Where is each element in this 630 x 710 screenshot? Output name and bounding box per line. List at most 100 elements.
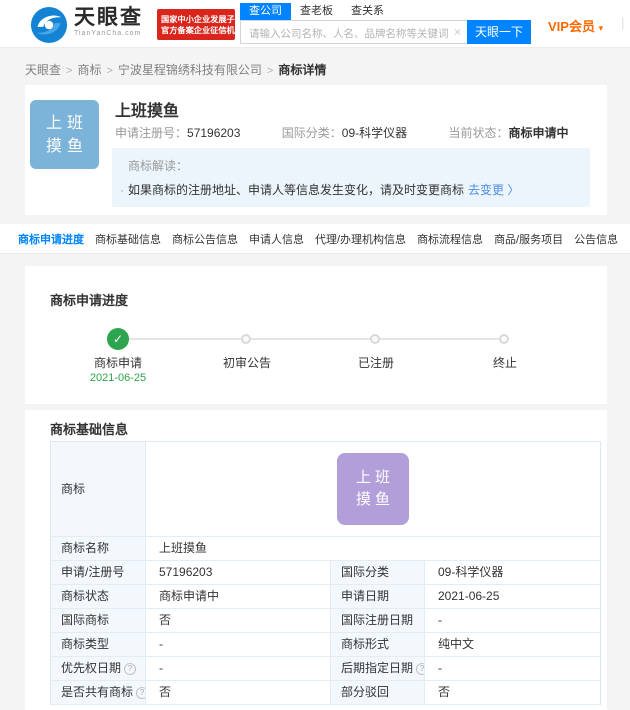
table-row-trademark-image: 商标 上班 摸鱼 [51,442,600,537]
clear-search-icon[interactable] [454,25,461,39]
breadcrumb-separator: > [266,65,274,77]
row-label: 国际分类 [330,561,425,584]
row-value: 2021-06-25 [438,589,500,603]
step-pending-dot [241,334,251,344]
tab-goods-services[interactable]: 商品/服务项目 [494,231,563,247]
step-pending-dot [499,334,509,344]
row-label: 申请/注册号 [51,561,146,584]
tab-announcement-info[interactable]: 公告信息 [574,231,618,247]
row-value: - [438,661,442,675]
trademark-summary-card: 上班 摸鱼 上班摸鱼 申请注册号：57196203 国际分类：09-科学仪器 当… [25,85,607,215]
basic-info-title: 商标基础信息 [50,422,129,437]
breadcrumb-separator: > [106,65,113,77]
help-icon[interactable] [124,662,137,675]
step-label-registered: 已注册 [357,356,394,370]
row-value: - [438,613,442,627]
help-icon[interactable] [136,686,145,699]
table-row: 优先权日期 - 后期指定日期 - [51,657,600,681]
detail-tabbar: 商标申请进度 商标基础信息 商标公告信息 申请人信息 代理/办理机构信息 商标流… [0,224,630,254]
gov-certification-badge: 国家中小企业发展子基金旗下 官方备案企业征信机构 [157,9,267,40]
step-date-application: 2021-06-25 [89,372,147,384]
search-input[interactable]: 请输入公司名称、人名、品牌名称等关键词 [240,20,467,44]
tianyancha-logo[interactable]: 天眼查 TianYanCha.com [30,6,143,44]
search-tab-company[interactable]: 查公司 [240,3,291,20]
breadcrumb-current: 商标详情 [278,63,327,77]
interpretation-text: · 如果商标的注册地址、申请人等信息发生变化，请及时变更商标 去变更 〉 [120,183,520,197]
tab-agency-info[interactable]: 代理/办理机构信息 [315,231,406,247]
row-label: 商标类型 [51,633,146,656]
chevron-down-icon [599,23,604,33]
row-value: 09-科学仪器 [438,565,504,579]
progress-section-title: 商标申请进度 [50,293,129,308]
trademark-image-blue: 上班 摸鱼 [30,100,99,169]
breadcrumb-home[interactable]: 天眼查 [25,63,61,77]
tab-process-info[interactable]: 商标流程信息 [417,231,483,247]
row-label: 申请日期 [330,585,425,608]
search-tab-boss[interactable]: 查老板 [291,3,342,20]
search-tab-relation[interactable]: 查关系 [342,3,393,20]
row-value: - [159,637,163,651]
bullet-icon: · [120,183,124,197]
row-value: 否 [159,685,172,699]
vip-membership-link[interactable]: VIP会员 [548,16,603,35]
logo-domain: TianYanCha.com [74,30,142,37]
field-intl-class: 国际分类：09-科学仪器 [281,126,408,140]
help-icon[interactable] [416,662,424,675]
search-placeholder: 请输入公司名称、人名、品牌名称等关键词 [249,28,449,40]
table-row: 商标状态 商标申请中 申请日期 2021-06-25 [51,585,600,609]
table-row: 国际商标 否 国际注册日期 - [51,609,600,633]
trademark-fields: 申请注册号：57196203 国际分类：09-科学仪器 当前状态：商标申请中 [115,124,569,141]
badge-line-2: 官方备案企业征信机构 [161,25,243,35]
tab-application-progress[interactable]: 商标申请进度 [18,231,84,247]
tab-applicant-info[interactable]: 申请人信息 [249,231,304,247]
row-label: 是否共有商标 [51,681,146,704]
row-value: 商标申请中 [159,589,220,603]
search-button[interactable]: 天眼一下 [467,20,531,44]
step-label-application: 商标申请 [93,356,142,370]
row-label: 商标形式 [330,633,425,656]
tab-gazette-info[interactable]: 商标公告信息 [172,231,238,247]
trademark-title: 上班摸鱼 [115,103,180,120]
breadcrumb: 天眼查 > 商标 > 宁波星程锦绣科技有限公司 > 商标详情 [25,61,326,78]
row-value: 纯中文 [438,637,475,651]
row-value: 57196203 [159,565,213,579]
page: 天眼查 TianYanCha.com 国家中小企业发展子基金旗下 官方备案企业征… [0,0,630,710]
row-label: 国际商标 [51,609,146,632]
table-row: 申请/注册号 57196203 国际分类 09-科学仪器 [51,561,600,585]
row-label: 部分驳回 [330,681,425,704]
step-pending-dot [370,334,380,344]
basic-info-table: 商标 上班 摸鱼 商标名称 上班摸鱼 申请/注册号 57196203 国际分类 … [50,441,601,705]
row-value: 上班摸鱼 [159,541,208,555]
row-value: 否 [159,613,172,627]
header-divider: | [621,14,625,30]
field-registration-number: 申请注册号：57196203 [115,126,241,140]
step-done-check-icon [107,328,129,350]
timeline-line [118,338,505,340]
search-tabs: 查公司 查老板 查关系 [240,3,531,20]
breadcrumb-trademark[interactable]: 商标 [77,63,101,77]
row-value: 否 [438,685,451,699]
row-label: 后期指定日期 [330,657,425,680]
interpretation-title: 商标解读： [128,159,189,173]
row-label: 商标 [51,442,146,536]
table-row-name: 商标名称 上班摸鱼 [51,537,600,561]
row-value: - [159,661,163,675]
breadcrumb-company[interactable]: 宁波星程锦绣科技有限公司 [118,63,262,77]
table-row: 商标类型 - 商标形式 纯中文 [51,633,600,657]
basic-info-section: 商标基础信息 商标 上班 摸鱼 商标名称 上班摸鱼 申请/注册号 5719620… [25,410,607,710]
step-label-terminated: 终止 [492,356,517,370]
row-label: 国际注册日期 [330,609,425,632]
go-change-link[interactable]: 去变更 〉 [468,183,519,197]
search-area: 查公司 查老板 查关系 请输入公司名称、人名、品牌名称等关键词 天眼一下 [240,3,531,44]
trademark-interpretation-box: 商标解读： · 如果商标的注册地址、申请人等信息发生变化，请及时变更商标 去变更 〉 [112,148,590,207]
top-header: 天眼查 TianYanCha.com 国家中小企业发展子基金旗下 官方备案企业征… [0,0,630,48]
tab-basic-info[interactable]: 商标基础信息 [95,231,161,247]
logo-name: 天眼查 [74,6,143,29]
tianyancha-eye-icon [30,6,68,44]
trademark-image-purple[interactable]: 上班 摸鱼 [337,453,409,525]
field-current-status: 当前状态：商标申请中 [448,126,569,140]
row-label: 商标名称 [51,537,146,560]
row-label: 商标状态 [51,585,146,608]
step-label-preliminary: 初审公告 [222,356,271,370]
row-label: 优先权日期 [51,657,146,680]
